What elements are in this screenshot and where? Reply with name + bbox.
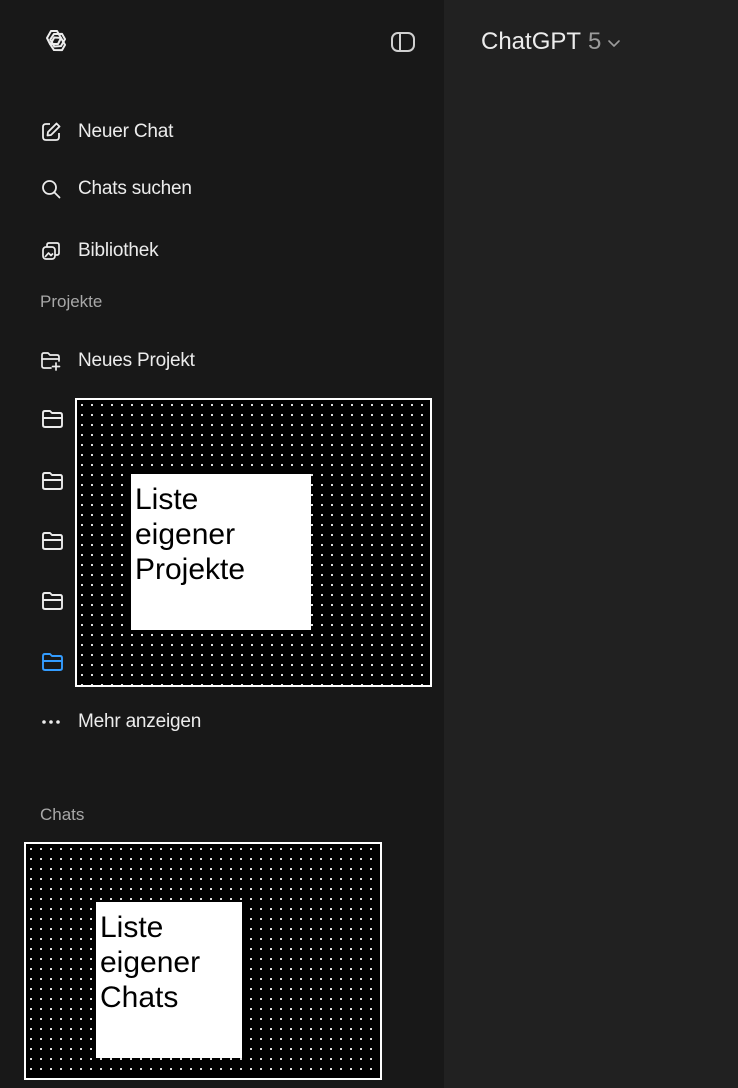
model-name: ChatGPT bbox=[481, 28, 582, 55]
new-chat-button[interactable]: Neuer Chat bbox=[40, 117, 173, 147]
project-folder-icon[interactable] bbox=[40, 408, 66, 430]
new-chat-label: Neuer Chat bbox=[78, 121, 174, 142]
more-icon bbox=[40, 711, 62, 733]
active-project-folder-icon[interactable] bbox=[40, 651, 66, 673]
projects-annotation-label: Liste eigener Projekte bbox=[131, 474, 311, 630]
library-label: Bibliothek bbox=[78, 240, 159, 261]
annotation-line: eigener bbox=[100, 946, 201, 979]
sidebar-toggle-button[interactable] bbox=[390, 30, 416, 54]
annotation-line: Projekte bbox=[135, 553, 246, 586]
annotation-line: Liste bbox=[100, 911, 164, 944]
compose-icon bbox=[40, 121, 62, 143]
new-folder-icon bbox=[40, 350, 62, 372]
project-folder-icon[interactable] bbox=[40, 530, 66, 552]
chats-heading: Chats bbox=[40, 805, 85, 824]
project-folder-icon[interactable] bbox=[40, 590, 66, 612]
openai-logo-icon[interactable] bbox=[38, 26, 70, 58]
new-project-button[interactable]: Neues Projekt bbox=[40, 346, 195, 376]
annotation-line: eigener bbox=[135, 518, 236, 551]
annotation-line: Chats bbox=[100, 981, 179, 1014]
show-more-button[interactable]: Mehr anzeigen bbox=[40, 707, 201, 737]
search-chats-button[interactable]: Chats suchen bbox=[40, 174, 192, 204]
library-icon bbox=[40, 240, 62, 262]
sidebar: Neuer Chat Chats suchen Bibliothek Proje… bbox=[0, 0, 444, 1088]
projects-redaction-overlay: Liste eigener Projekte bbox=[75, 398, 432, 687]
chats-redaction-overlay: Liste eigener Chats bbox=[24, 842, 382, 1080]
new-project-label: Neues Projekt bbox=[78, 350, 195, 371]
annotation-line: Liste bbox=[135, 483, 199, 516]
model-selector[interactable]: ChatGPT 5 bbox=[481, 28, 621, 56]
search-icon bbox=[40, 178, 62, 200]
library-button[interactable]: Bibliothek bbox=[40, 236, 159, 266]
projects-heading: Projekte bbox=[40, 292, 103, 311]
show-more-label: Mehr anzeigen bbox=[78, 711, 202, 732]
model-version: 5 bbox=[588, 28, 602, 55]
main-panel: ChatGPT 5 bbox=[444, 0, 738, 1088]
chevron-down-icon bbox=[607, 35, 621, 53]
search-chats-label: Chats suchen bbox=[78, 178, 192, 199]
project-folder-icon[interactable] bbox=[40, 470, 66, 492]
chats-annotation-label: Liste eigener Chats bbox=[96, 902, 242, 1058]
